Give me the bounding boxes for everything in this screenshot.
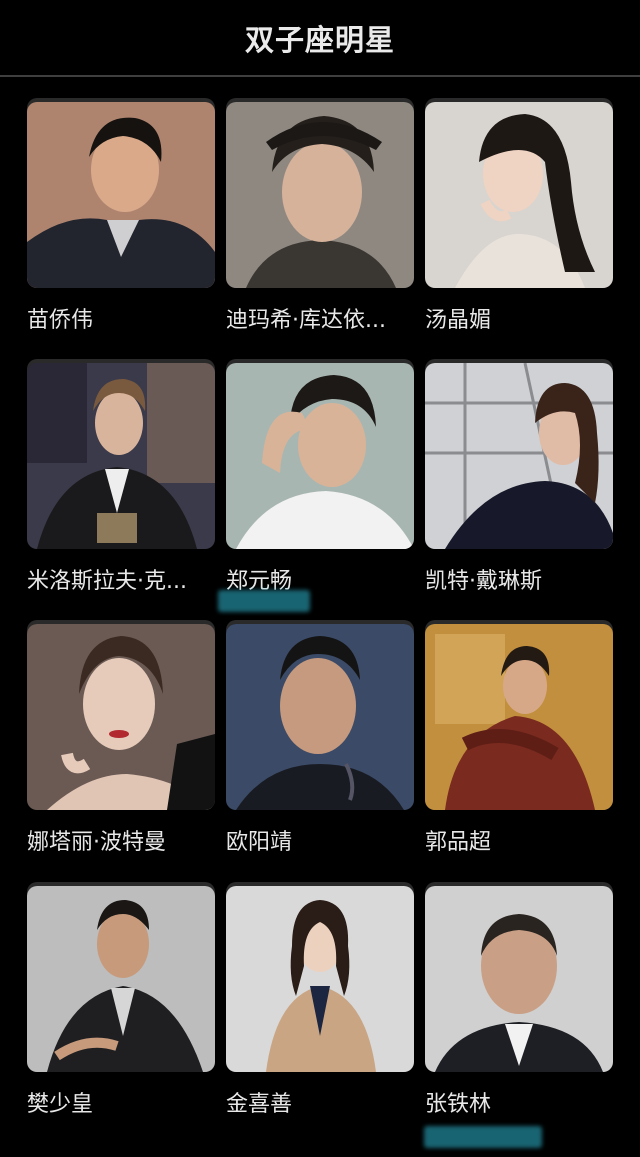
celebrity-name[interactable]: 欧阳靖 bbox=[226, 824, 414, 856]
decorative-smudge bbox=[424, 1126, 542, 1148]
celebrity-name[interactable]: 苗侨伟 bbox=[27, 302, 215, 334]
celebrity-name[interactable]: 金喜善 bbox=[226, 1086, 414, 1118]
celebrity-name[interactable]: 米洛斯拉夫·克... bbox=[27, 563, 215, 595]
page-title: 双子座明星 bbox=[244, 22, 395, 57]
celebrity-name[interactable]: 迪玛希·库达依... bbox=[226, 302, 414, 334]
celebrity-photo[interactable] bbox=[425, 624, 613, 810]
celebrity-card[interactable]: 娜塔丽·波特曼 bbox=[27, 624, 215, 864]
celebrity-photo[interactable] bbox=[226, 886, 414, 1072]
celebrity-photo[interactable] bbox=[226, 624, 414, 810]
celebrity-card[interactable]: 樊少皇 bbox=[27, 886, 215, 1126]
celebrity-photo[interactable] bbox=[27, 102, 215, 288]
celebrity-photo[interactable] bbox=[226, 363, 414, 549]
celebrity-card[interactable]: 迪玛希·库达依... bbox=[226, 102, 414, 342]
celebrity-card[interactable]: 郑元畅 bbox=[226, 363, 414, 603]
celebrity-name[interactable]: 娜塔丽·波特曼 bbox=[27, 824, 215, 856]
page-header: 双子座明星 bbox=[0, 0, 640, 75]
celebrity-photo[interactable] bbox=[27, 886, 215, 1072]
celebrity-card[interactable]: 欧阳靖 bbox=[226, 624, 414, 864]
celebrity-card[interactable]: 苗侨伟 bbox=[27, 102, 215, 342]
celebrity-photo[interactable] bbox=[226, 102, 414, 288]
celebrity-card[interactable]: 米洛斯拉夫·克... bbox=[27, 363, 215, 603]
celebrity-name[interactable]: 凯特·戴琳斯 bbox=[425, 563, 613, 595]
celebrity-photo[interactable] bbox=[425, 102, 613, 288]
celebrity-photo[interactable] bbox=[425, 363, 613, 549]
celebrity-photo[interactable] bbox=[27, 363, 215, 549]
celebrity-card[interactable]: 张铁林 bbox=[425, 886, 613, 1126]
celebrity-photo[interactable] bbox=[27, 624, 215, 810]
celebrity-photo[interactable] bbox=[425, 886, 613, 1072]
celebrity-name[interactable]: 张铁林 bbox=[425, 1086, 613, 1118]
celebrity-card[interactable]: 汤晶媚 bbox=[425, 102, 613, 342]
decorative-smudge bbox=[218, 590, 310, 612]
celebrity-card[interactable]: 金喜善 bbox=[226, 886, 414, 1126]
celebrity-name[interactable]: 樊少皇 bbox=[27, 1086, 215, 1118]
celebrity-name[interactable]: 汤晶媚 bbox=[425, 302, 613, 334]
celebrity-card[interactable]: 凯特·戴琳斯 bbox=[425, 363, 613, 603]
celebrity-name[interactable]: 郭品超 bbox=[425, 824, 613, 856]
celebrity-card[interactable]: 郭品超 bbox=[425, 624, 613, 864]
header-divider bbox=[0, 75, 640, 77]
